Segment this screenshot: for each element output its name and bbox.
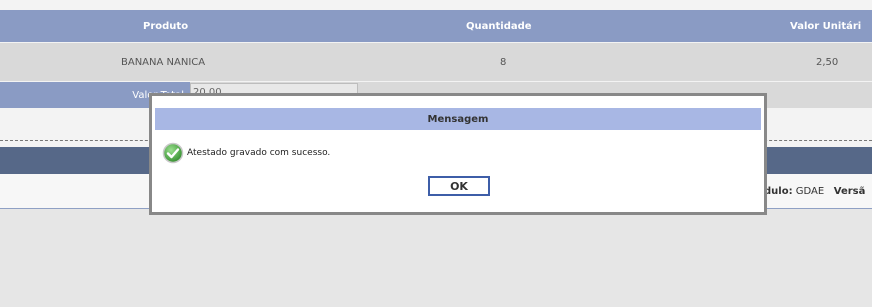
column-header-quantidade: Quantidade (466, 20, 532, 32)
success-check-icon (162, 142, 184, 164)
footer-modulo-label: dulo: (764, 185, 793, 197)
dialog-message-row: Atestado gravado com sucesso. (162, 142, 330, 164)
footer-versao-label: Versã (833, 185, 866, 197)
page-background (0, 209, 872, 307)
table-header-row: Produto Quantidade Valor Unitári (0, 10, 872, 42)
table-row: BANANA NANICA 8 2,50 (0, 43, 872, 81)
footer-info: dulo: GDAE Versã (764, 174, 865, 208)
column-header-valor-unitario: Valor Unitári (790, 20, 862, 32)
cell-produto: BANANA NANICA (121, 56, 206, 68)
footer-modulo-value: GDAE (795, 185, 825, 197)
dialog-title: Mensagem (155, 108, 761, 130)
ok-button[interactable]: OK (428, 176, 490, 196)
message-dialog: Mensagem Atestado gravado com sucesso. O… (149, 93, 767, 215)
cell-valor-unitario: 2,50 (816, 56, 839, 68)
column-header-produto: Produto (143, 20, 189, 32)
dialog-message-text: Atestado gravado com sucesso. (187, 148, 331, 158)
cell-quantidade: 8 (500, 56, 507, 68)
